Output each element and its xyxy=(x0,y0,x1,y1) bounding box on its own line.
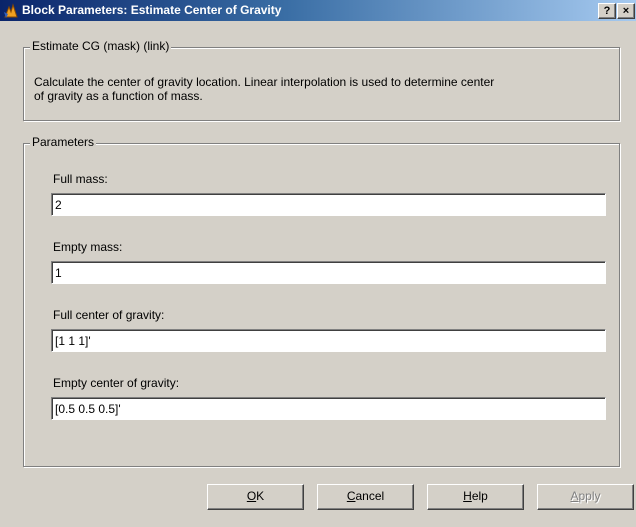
full-mass-label: Full mass: xyxy=(53,172,108,186)
ok-label-rest: K xyxy=(256,489,265,503)
empty-cg-field[interactable] xyxy=(51,397,606,420)
context-help-button[interactable]: ? xyxy=(598,3,616,19)
simulink-block-icon xyxy=(3,3,19,19)
full-cg-label: Full center of gravity: xyxy=(53,308,165,322)
window-title: Block Parameters: Estimate Center of Gra… xyxy=(22,3,282,17)
cancel-button[interactable]: Cancel xyxy=(317,484,414,510)
apply-label-rest: pply xyxy=(578,489,601,503)
description-line-1: Calculate the center of gravity location… xyxy=(34,75,495,89)
cancel-label-rest: ancel xyxy=(355,489,385,503)
help-button[interactable]: Help xyxy=(427,484,524,510)
full-mass-field[interactable] xyxy=(51,193,606,216)
apply-button[interactable]: Apply xyxy=(537,484,634,510)
parameters-group-legend: Parameters xyxy=(30,135,97,149)
empty-mass-label: Empty mass: xyxy=(53,240,123,254)
full-cg-field[interactable] xyxy=(51,329,606,352)
description-line-2: of gravity as a function of mass. xyxy=(34,89,203,103)
empty-cg-label: Empty center of gravity: xyxy=(53,376,180,390)
close-button[interactable]: × xyxy=(617,3,635,19)
ok-mnemonic: O xyxy=(246,489,257,503)
block-parameters-dialog: Block Parameters: Estimate Center of Gra… xyxy=(0,0,636,527)
mask-description: Calculate the center of gravity location… xyxy=(34,75,594,103)
title-bar[interactable]: Block Parameters: Estimate Center of Gra… xyxy=(0,0,636,21)
apply-mnemonic: A xyxy=(570,489,579,503)
help-mnemonic: H xyxy=(463,489,472,503)
empty-mass-field[interactable] xyxy=(51,261,606,284)
ok-button[interactable]: OK xyxy=(207,484,304,510)
help-label-rest: elp xyxy=(471,489,488,503)
mask-group-legend: Estimate CG (mask) (link) xyxy=(30,39,172,53)
